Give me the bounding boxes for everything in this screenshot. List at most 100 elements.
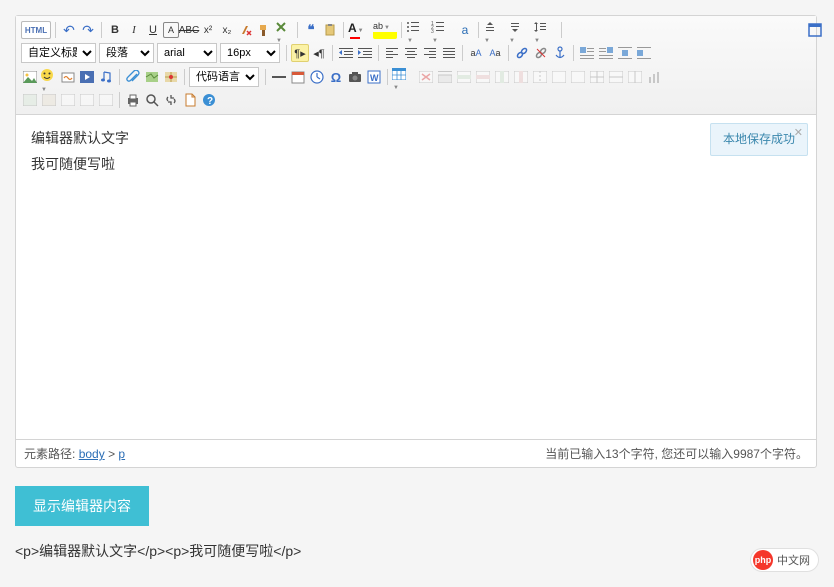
- image-none-button[interactable]: [635, 44, 653, 62]
- image-center-button[interactable]: [616, 44, 634, 62]
- ordered-list-button[interactable]: 123: [431, 21, 455, 39]
- brand-logo: php 中文网: [750, 548, 819, 572]
- date-button[interactable]: [289, 68, 307, 86]
- special-char-button[interactable]: Ω: [327, 68, 345, 86]
- line-height-button[interactable]: [533, 21, 557, 39]
- video-button[interactable]: [78, 68, 96, 86]
- outdent-button[interactable]: [337, 44, 355, 62]
- font-family-select[interactable]: arial: [157, 43, 217, 63]
- justify-right-button[interactable]: [421, 44, 439, 62]
- help-button[interactable]: ?: [200, 91, 218, 109]
- unordered-list-button[interactable]: [406, 21, 430, 39]
- horizontal-rule-button[interactable]: [270, 68, 288, 86]
- merge-button[interactable]: [97, 91, 115, 109]
- redo-button[interactable]: ↷: [79, 21, 97, 39]
- delete-caption-button[interactable]: [59, 91, 77, 109]
- code-language-select[interactable]: 代码语言: [189, 67, 259, 87]
- direction-ltr-button[interactable]: ¶▸: [291, 44, 309, 62]
- pasteplain-button[interactable]: [321, 21, 339, 39]
- image-right-button[interactable]: [597, 44, 615, 62]
- fullscreen-button[interactable]: [806, 21, 824, 39]
- tolowercase-button[interactable]: Aa: [486, 44, 504, 62]
- superscript-button[interactable]: x²: [199, 21, 217, 39]
- delete-col-button[interactable]: [512, 68, 530, 86]
- merge-down-button[interactable]: [569, 68, 587, 86]
- justify-full-button[interactable]: [440, 44, 458, 62]
- emotion-button[interactable]: [40, 68, 58, 86]
- toolbar-row-3: 代码语言 Ω W: [21, 65, 811, 89]
- image-left-button[interactable]: [578, 44, 596, 62]
- scrawl-button[interactable]: [59, 68, 77, 86]
- undo-button[interactable]: ↶: [60, 21, 78, 39]
- attachment-button[interactable]: [124, 68, 142, 86]
- indent-button[interactable]: [356, 44, 374, 62]
- custom-style-select[interactable]: 自定义标题: [21, 43, 96, 63]
- remove-format-button[interactable]: [237, 21, 255, 39]
- html-source-button[interactable]: HTML: [21, 21, 51, 39]
- music-button[interactable]: [97, 68, 115, 86]
- select-all-button[interactable]: a: [456, 21, 474, 39]
- row-spacing-bottom-button[interactable]: [508, 21, 532, 39]
- anchor-button[interactable]: [551, 44, 569, 62]
- justify-center-button[interactable]: [402, 44, 420, 62]
- wordimage-button[interactable]: W: [365, 68, 383, 86]
- back-color-button[interactable]: ab: [373, 21, 397, 39]
- format-match-button[interactable]: [256, 21, 274, 39]
- edit-td-button[interactable]: [21, 91, 39, 109]
- preview-button[interactable]: [143, 91, 161, 109]
- insert-title-button[interactable]: [78, 91, 96, 109]
- link-button[interactable]: [513, 44, 531, 62]
- justify-left-button[interactable]: [383, 44, 401, 62]
- separator: [184, 69, 185, 85]
- search-replace-button[interactable]: [162, 91, 180, 109]
- direction-rtl-button[interactable]: ◂¶: [310, 44, 328, 62]
- path-p-link[interactable]: p: [118, 447, 125, 461]
- content-area[interactable]: 编辑器默认文字 我可随便写啦 本地保存成功 ✕: [16, 115, 816, 439]
- insert-col-button[interactable]: [493, 68, 511, 86]
- print-button[interactable]: [124, 91, 142, 109]
- merge-cells-button[interactable]: [531, 68, 549, 86]
- svg-text:W: W: [370, 73, 379, 83]
- font-border-button[interactable]: A: [163, 22, 179, 38]
- strikethrough-button[interactable]: ABC: [180, 21, 198, 39]
- underline-button[interactable]: U: [144, 21, 162, 39]
- separator: [561, 22, 562, 38]
- show-content-button[interactable]: 显示编辑器内容: [15, 486, 149, 526]
- image-button[interactable]: [21, 68, 39, 86]
- svg-text:?: ?: [207, 96, 213, 107]
- close-icon[interactable]: ✕: [794, 125, 803, 143]
- paragraph-select[interactable]: 段落: [99, 43, 154, 63]
- edit-table-button[interactable]: [40, 91, 58, 109]
- merge-right-button[interactable]: [550, 68, 568, 86]
- touppercase-button[interactable]: aA: [467, 44, 485, 62]
- row-spacing-top-button[interactable]: [483, 21, 507, 39]
- insert-table-button[interactable]: [392, 68, 416, 86]
- delete-row-button[interactable]: [474, 68, 492, 86]
- separator: [478, 22, 479, 38]
- path-body-link[interactable]: body: [79, 447, 105, 461]
- italic-button[interactable]: I: [125, 21, 143, 39]
- unlink-button[interactable]: [532, 44, 550, 62]
- font-size-select[interactable]: 16px: [220, 43, 280, 63]
- map-button[interactable]: [143, 68, 161, 86]
- split-cols-button[interactable]: [626, 68, 644, 86]
- split-cells-button[interactable]: [588, 68, 606, 86]
- path-label: 元素路径:: [24, 447, 75, 461]
- time-button[interactable]: [308, 68, 326, 86]
- separator: [462, 45, 463, 61]
- insert-row-button[interactable]: [455, 68, 473, 86]
- subscript-button[interactable]: x₂: [218, 21, 236, 39]
- fore-color-button[interactable]: A: [348, 21, 372, 39]
- split-rows-button[interactable]: [607, 68, 625, 86]
- insert-paragraph-before-button[interactable]: [436, 68, 454, 86]
- separator: [119, 92, 120, 108]
- separator: [378, 45, 379, 61]
- snapscreen-button[interactable]: [346, 68, 364, 86]
- charts-button[interactable]: [645, 68, 663, 86]
- delete-table-button[interactable]: [417, 68, 435, 86]
- autotype-button[interactable]: [275, 21, 293, 39]
- blockquote-button[interactable]: ❝: [302, 21, 320, 39]
- gmap-button[interactable]: [162, 68, 180, 86]
- drafts-button[interactable]: [181, 91, 199, 109]
- bold-button[interactable]: B: [106, 21, 124, 39]
